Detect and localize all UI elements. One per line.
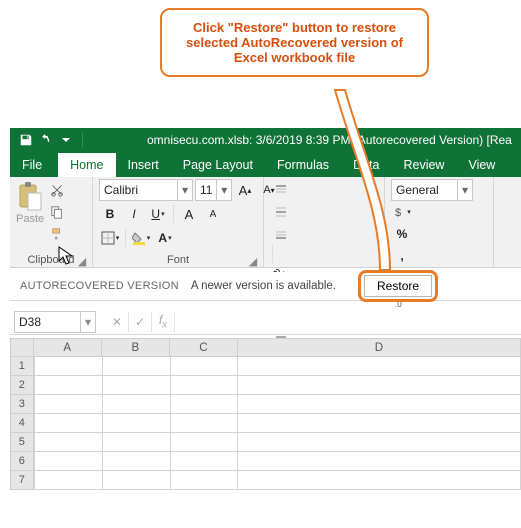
tab-page-layout[interactable]: Page Layout (171, 153, 265, 177)
row-header[interactable]: 5 (10, 433, 34, 452)
cell[interactable] (238, 433, 521, 452)
font-name-value: Calibri (100, 183, 177, 197)
tab-home[interactable]: Home (58, 153, 115, 177)
title-bar: omnisecu.com.xlsb: 3/6/2019 8:39 PM (Aut… (10, 128, 521, 152)
clipboard-dialog-launcher-icon[interactable]: ◢ (76, 255, 88, 267)
select-all-corner[interactable] (10, 338, 34, 357)
ribbon-tabs: File Home Insert Page Layout Formulas Da… (10, 152, 521, 177)
row-header[interactable]: 1 (10, 357, 34, 376)
align-middle-icon[interactable] (270, 201, 292, 223)
column-header-d[interactable]: D (238, 338, 521, 357)
font-label: Font (167, 254, 189, 266)
cell[interactable] (238, 452, 521, 471)
formula-bar: D38 ▾ ✕ ✓ fx (10, 310, 521, 335)
font-size-value: 11 (196, 183, 216, 197)
font-name-combo[interactable]: Calibri ▾ (99, 179, 193, 201)
font-dialog-launcher-icon[interactable]: ◢ (247, 255, 259, 267)
undo-icon[interactable] (38, 132, 54, 148)
name-box[interactable]: D38 ▾ (14, 311, 96, 333)
cell[interactable] (34, 376, 103, 395)
cell[interactable] (238, 414, 521, 433)
grow-font-icon[interactable]: A (178, 203, 200, 225)
cell[interactable] (238, 357, 521, 376)
italic-button[interactable]: I (123, 203, 145, 225)
group-font: Calibri ▾ 11 ▾ A▴ A▾ B I U▾ A A (93, 177, 264, 267)
align-bottom-icon[interactable] (270, 223, 292, 245)
cell[interactable] (103, 395, 171, 414)
column-header-b[interactable]: B (102, 338, 170, 357)
cancel-formula-icon[interactable]: ✕ (106, 312, 129, 332)
cell[interactable] (171, 433, 239, 452)
cell[interactable] (171, 376, 239, 395)
cell[interactable] (238, 395, 521, 414)
font-color-button[interactable]: A▾ (154, 227, 176, 249)
row-header[interactable]: 2 (10, 376, 34, 395)
underline-button[interactable]: U▾ (147, 203, 169, 225)
cell[interactable] (238, 376, 521, 395)
cell[interactable] (34, 414, 103, 433)
paste-button[interactable]: Paste (16, 179, 44, 225)
row-header[interactable]: 7 (10, 471, 34, 490)
tab-view[interactable]: View (456, 153, 507, 177)
row-header[interactable]: 3 (10, 395, 34, 414)
font-size-combo[interactable]: 11 ▾ (195, 179, 232, 201)
tab-file[interactable]: File (10, 153, 54, 177)
enter-formula-icon[interactable]: ✓ (129, 312, 152, 332)
chevron-down-icon[interactable]: ▾ (457, 180, 472, 200)
cell[interactable] (34, 452, 103, 471)
formula-input[interactable] (175, 312, 521, 332)
cell[interactable] (103, 452, 171, 471)
fx-icon[interactable]: fx (152, 312, 175, 332)
cell[interactable] (34, 357, 103, 376)
bold-button[interactable]: B (99, 203, 121, 225)
shrink-font-icon[interactable]: A (202, 203, 224, 225)
cell[interactable] (103, 471, 171, 490)
messagebar-message: A newer version is available. (191, 280, 336, 292)
save-icon[interactable] (18, 132, 34, 148)
cell[interactable] (103, 357, 171, 376)
message-bar: AUTORECOVERED VERSION A newer version is… (10, 272, 521, 301)
cell[interactable] (238, 471, 521, 490)
align-top-icon[interactable] (270, 179, 292, 201)
cell[interactable] (171, 414, 239, 433)
cut-icon[interactable] (48, 181, 66, 199)
mouse-cursor-icon (58, 246, 74, 266)
window-title: omnisecu.com.xlsb: 3/6/2019 8:39 PM (Aut… (87, 133, 521, 147)
chevron-down-icon[interactable]: ▾ (177, 180, 192, 200)
cell[interactable] (34, 395, 103, 414)
ribbon: Paste Clipboard◢ Calibri ▾ 11 (10, 177, 521, 268)
row-header[interactable]: 4 (10, 414, 34, 433)
instruction-callout: Click "Restore" button to restore select… (160, 8, 429, 77)
tab-formulas[interactable]: Formulas (265, 153, 341, 177)
borders-button[interactable]: ▾ (99, 227, 121, 249)
callout-tail (335, 90, 415, 290)
messagebar-title: AUTORECOVERED VERSION (20, 280, 179, 292)
cell[interactable] (171, 452, 239, 471)
cell[interactable] (171, 471, 239, 490)
increase-font-icon[interactable]: A▴ (234, 179, 256, 201)
cell[interactable] (103, 414, 171, 433)
format-painter-icon[interactable] (48, 225, 66, 243)
column-header-a[interactable]: A (34, 338, 102, 357)
row-header[interactable]: 6 (10, 452, 34, 471)
cell[interactable] (34, 471, 103, 490)
copy-icon[interactable] (48, 203, 66, 221)
name-box-value: D38 (15, 315, 80, 329)
tab-insert[interactable]: Insert (116, 153, 171, 177)
chevron-down-icon[interactable]: ▾ (80, 312, 95, 332)
fill-color-button[interactable]: ▾ (130, 227, 152, 249)
cell[interactable] (171, 357, 239, 376)
cell[interactable] (103, 376, 171, 395)
chevron-down-icon[interactable]: ▾ (216, 180, 231, 200)
group-clipboard: Paste Clipboard◢ (10, 177, 93, 267)
cell[interactable] (171, 395, 239, 414)
worksheet-grid[interactable]: A B C D 1234567 OmniSecu.com mniSecu.com… (10, 338, 521, 528)
paste-icon (16, 181, 44, 213)
qatoggle-icon[interactable] (58, 132, 74, 148)
callout-text: Click "Restore" button to restore select… (186, 20, 403, 65)
paste-label: Paste (16, 213, 44, 225)
cell[interactable] (34, 433, 103, 452)
cell[interactable] (103, 433, 171, 452)
column-header-c[interactable]: C (170, 338, 238, 357)
